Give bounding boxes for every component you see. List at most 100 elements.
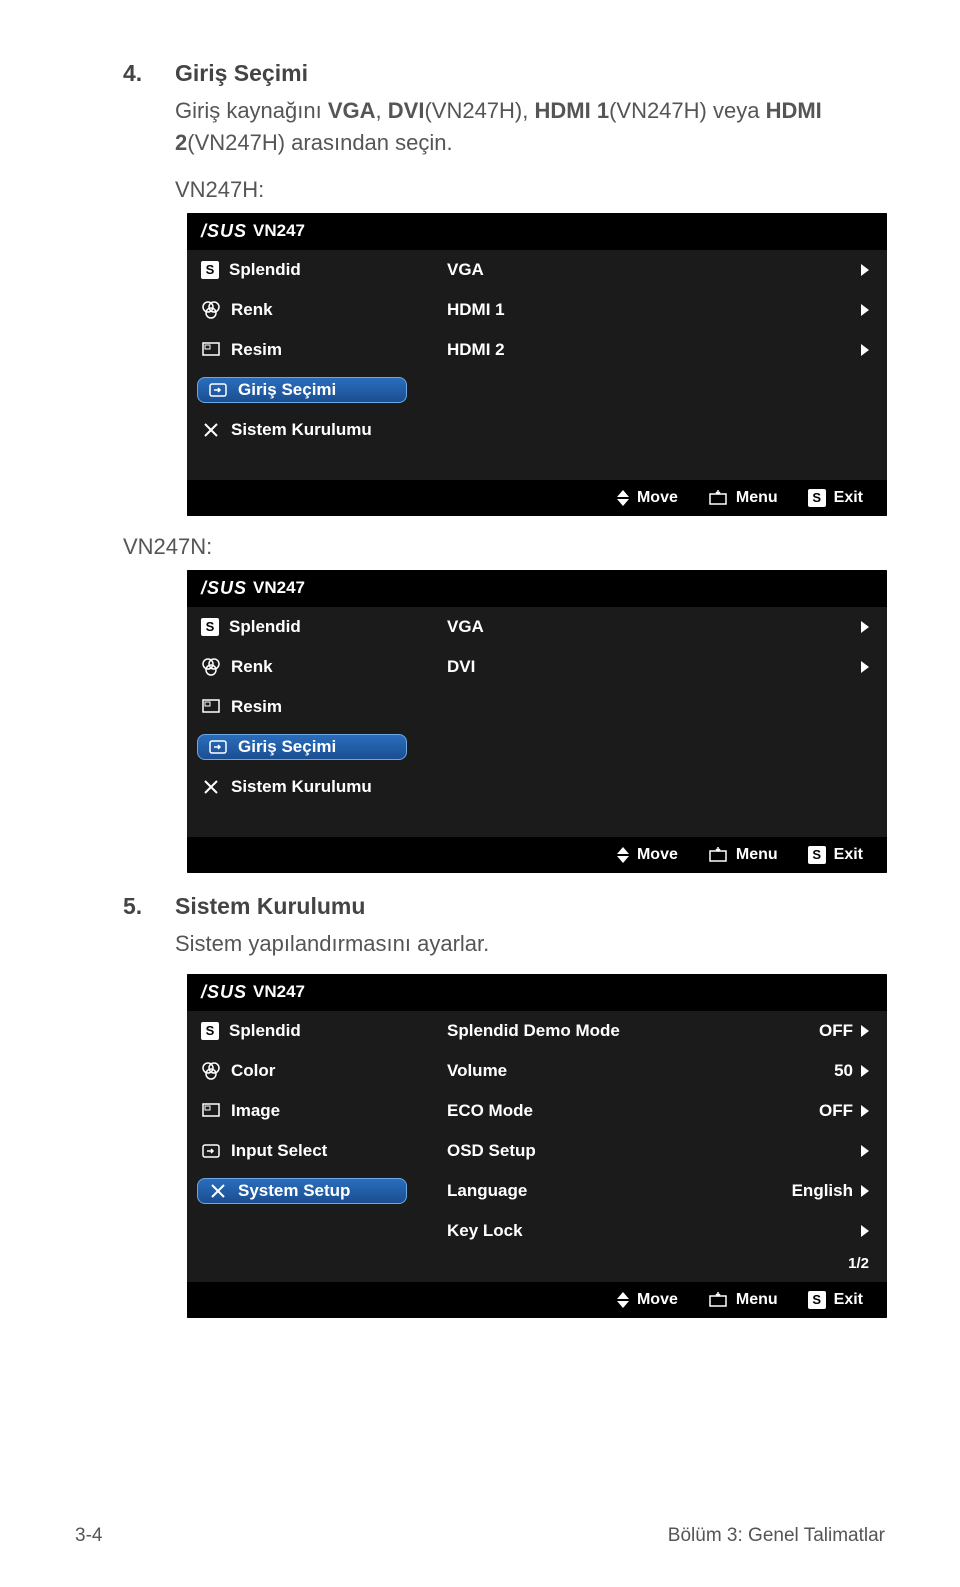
page-number: 3-4 <box>75 1525 102 1547</box>
language-value: English <box>792 1181 853 1201</box>
arrow-right-icon <box>861 264 869 276</box>
osd-header: /SUS VN247 <box>187 213 887 250</box>
section-description: Giriş kaynağını VGA, DVI(VN247H), HDMI 1… <box>175 95 885 127</box>
menu-label: Menu <box>736 846 778 864</box>
arrow-right-icon <box>861 661 869 673</box>
move-label: Move <box>637 846 678 864</box>
s-icon: S <box>808 846 826 864</box>
option-vga[interactable]: VGA <box>447 260 484 280</box>
brand-logo: /SUS <box>201 982 247 1003</box>
brand-logo: /SUS <box>201 578 247 599</box>
osd-page-count: 1/2 <box>187 1251 887 1276</box>
arrow-right-icon <box>861 304 869 316</box>
exit-label: Exit <box>834 1291 863 1309</box>
osd-footer: Move Menu S Exit <box>187 1282 887 1318</box>
arrow-right-icon <box>861 1105 869 1117</box>
option-language[interactable]: Language <box>447 1181 527 1201</box>
s-icon: S <box>808 1291 826 1309</box>
model-heading: VN247H: <box>175 177 885 203</box>
model-text: VN247 <box>253 578 305 598</box>
option-keylock[interactable]: Key Lock <box>447 1221 523 1241</box>
menu-label: Menu <box>736 1291 778 1309</box>
option-eco-mode[interactable]: ECO Mode <box>447 1101 533 1121</box>
color-icon <box>201 300 221 320</box>
menu-item-input-select[interactable]: Input Select <box>231 1141 327 1161</box>
move-label: Move <box>637 1291 678 1309</box>
menu-item-image[interactable]: Image <box>231 1101 280 1121</box>
model-text: VN247 <box>253 982 305 1002</box>
menu-item-system[interactable]: Sistem Kurulumu <box>231 420 372 440</box>
input-icon <box>201 1141 221 1161</box>
menu-item-color[interactable]: Renk <box>231 300 273 320</box>
menu-item-splendid[interactable]: Splendid <box>229 1021 301 1041</box>
input-icon <box>208 380 228 400</box>
move-label: Move <box>637 489 678 507</box>
arrow-right-icon <box>861 621 869 633</box>
osd-panel-system: /SUS VN247 S Splendid Splendid Demo Mode… <box>187 974 887 1318</box>
image-icon <box>201 1101 221 1121</box>
menu-item-color[interactable]: Renk <box>231 657 273 677</box>
osd-header: /SUS VN247 <box>187 570 887 607</box>
menu-item-splendid[interactable]: Splendid <box>229 617 301 637</box>
exit-label: Exit <box>834 846 863 864</box>
section-description: Sistem yapılandırmasını ayarlar. <box>175 928 885 960</box>
tools-icon <box>208 1181 228 1201</box>
menu-icon <box>708 1290 728 1310</box>
model-heading: VN247N: <box>123 534 885 560</box>
menu-item-input-select-selected[interactable]: Giriş Seçimi <box>197 377 407 403</box>
option-hdmi2[interactable]: HDMI 2 <box>447 340 505 360</box>
option-vga[interactable]: VGA <box>447 617 484 637</box>
volume-value: 50 <box>834 1061 853 1081</box>
menu-item-system[interactable]: Sistem Kurulumu <box>231 777 372 797</box>
menu-item-system-selected[interactable]: System Setup <box>197 1178 407 1204</box>
model-text: VN247 <box>253 221 305 241</box>
input-icon <box>208 737 228 757</box>
arrow-right-icon <box>861 1065 869 1077</box>
s-icon: S <box>201 261 219 279</box>
menu-item-image[interactable]: Resim <box>231 697 282 717</box>
option-hdmi1[interactable]: HDMI 1 <box>447 300 505 320</box>
section-header: 4. Giriş Seçimi <box>123 60 885 87</box>
section-header: 5. Sistem Kurulumu <box>123 893 885 920</box>
menu-item-image[interactable]: Resim <box>231 340 282 360</box>
color-icon <box>201 1061 221 1081</box>
updown-icon <box>617 490 629 506</box>
tools-icon <box>201 420 221 440</box>
demo-mode-value: OFF <box>819 1021 853 1041</box>
menu-item-color[interactable]: Color <box>231 1061 275 1081</box>
arrow-right-icon <box>861 1145 869 1157</box>
osd-panel-vn247n: /SUS VN247 S Splendid VGA <box>187 570 887 873</box>
option-demo-mode[interactable]: Splendid Demo Mode <box>447 1021 620 1041</box>
option-dvi[interactable]: DVI <box>447 657 475 677</box>
menu-icon <box>708 488 728 508</box>
image-icon <box>201 340 221 360</box>
color-icon <box>201 657 221 677</box>
section-description-line2: 2(VN247H) arasından seçin. <box>175 127 885 159</box>
option-volume[interactable]: Volume <box>447 1061 507 1081</box>
image-icon <box>201 697 221 717</box>
s-icon: S <box>201 618 219 636</box>
tools-icon <box>201 777 221 797</box>
s-icon: S <box>201 1022 219 1040</box>
osd-header: /SUS VN247 <box>187 974 887 1011</box>
osd-footer: Move Menu S Exit <box>187 837 887 873</box>
menu-item-input-select-selected[interactable]: Giriş Seçimi <box>197 734 407 760</box>
section-number: 5. <box>123 893 151 920</box>
arrow-right-icon <box>861 1025 869 1037</box>
section-number: 4. <box>123 60 151 87</box>
osd-panel-vn247h: /SUS VN247 S Splendid VGA <box>187 213 887 516</box>
exit-label: Exit <box>834 489 863 507</box>
eco-mode-value: OFF <box>819 1101 853 1121</box>
menu-item-splendid[interactable]: Splendid <box>229 260 301 280</box>
updown-icon <box>617 1292 629 1308</box>
arrow-right-icon <box>861 1225 869 1237</box>
brand-logo: /SUS <box>201 221 247 242</box>
s-icon: S <box>808 489 826 507</box>
menu-label: Menu <box>736 489 778 507</box>
chapter-title: Bölüm 3: Genel Talimatlar <box>668 1525 885 1547</box>
section-title: Sistem Kurulumu <box>175 893 365 920</box>
option-osd-setup[interactable]: OSD Setup <box>447 1141 536 1161</box>
osd-footer: Move Menu S Exit <box>187 480 887 516</box>
page-footer: 3-4 Bölüm 3: Genel Talimatlar <box>75 1525 885 1547</box>
section-title: Giriş Seçimi <box>175 60 308 87</box>
